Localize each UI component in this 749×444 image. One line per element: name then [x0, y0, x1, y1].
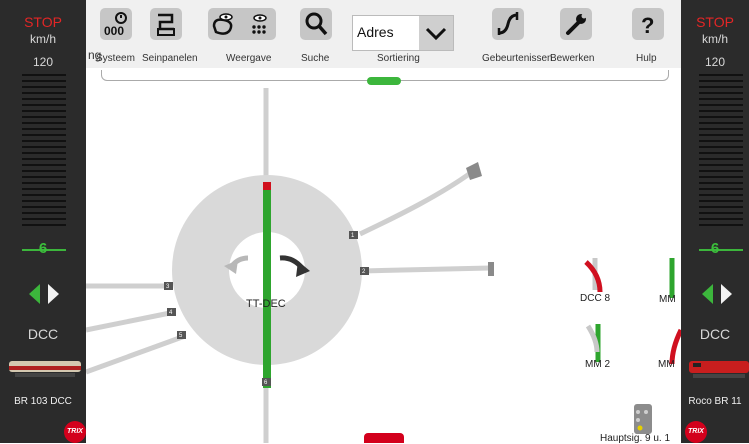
wrench-icon	[566, 13, 587, 35]
switch-label: DCC 8	[580, 293, 611, 304]
help-button[interactable]: ?	[632, 8, 664, 40]
toolbar-collapse-handle[interactable]	[367, 77, 401, 85]
sort-label: Sortiering	[377, 53, 420, 64]
signal-lamp	[636, 418, 640, 422]
trix-logo[interactable]: TRIX	[64, 421, 86, 443]
direction-toggle[interactable]	[28, 283, 62, 305]
max-speed: 120	[32, 55, 54, 69]
panels-icon	[157, 13, 175, 36]
current-speed: 6	[38, 240, 48, 257]
help-label: Hulp	[636, 53, 657, 64]
system-icon: 000	[104, 12, 127, 36]
left-loco-panel: STOP km/h 120 6 DCC BR 103 DCC TRIX	[0, 0, 86, 443]
search-icon	[305, 12, 328, 36]
max-speed: 120	[704, 55, 726, 69]
loco-image[interactable]	[687, 357, 749, 379]
right-loco-panel: STOP km/h 120 6 DCC Roco BR 11 TRIX	[681, 0, 749, 443]
protocol-label: DCC	[699, 326, 731, 342]
direction-right-icon	[48, 284, 59, 304]
speed-slider[interactable]	[22, 73, 66, 251]
help-icon: ?	[641, 13, 654, 36]
turntable-label: TT-DEC	[246, 298, 286, 310]
events-button[interactable]	[492, 8, 524, 40]
panels-button[interactable]	[150, 8, 182, 40]
stop-button[interactable]: STOP	[0, 14, 86, 30]
panels-label: Seinpanelen	[142, 53, 198, 64]
sort-dropdown[interactable]: Adres	[352, 15, 454, 51]
view-icon	[212, 13, 267, 35]
loco-name: BR 103 DCC	[14, 396, 72, 407]
speed-unit: km/h	[701, 32, 728, 46]
loco-image[interactable]	[7, 357, 83, 379]
trix-logo[interactable]: TRIX	[685, 421, 707, 443]
direction-right-icon	[721, 284, 732, 304]
direction-left-icon	[29, 284, 40, 304]
chevron-down-icon[interactable]	[419, 16, 453, 50]
events-icon	[497, 12, 519, 35]
toolbar: ng 000 Systeem Seinpanelen Weergave Such…	[86, 0, 681, 68]
signal-lamp	[644, 410, 648, 414]
edit-label: Bewerken	[550, 53, 595, 64]
system-label: Systeem	[96, 53, 135, 64]
signal-label: Hauptsig. 9 u. 1	[600, 433, 671, 444]
view-label: Weergave	[226, 53, 272, 64]
accessory-button[interactable]	[364, 433, 404, 443]
search-button[interactable]	[300, 8, 332, 40]
switch-label: MM	[658, 359, 675, 370]
current-speed: 6	[710, 240, 720, 257]
track-right[interactable]	[361, 265, 491, 274]
turntable-bridge[interactable]	[263, 182, 271, 388]
stop-button[interactable]: STOP	[681, 14, 749, 30]
signal-lamp	[636, 410, 640, 414]
events-label: Gebeurtenissen	[482, 53, 553, 64]
switch-label: MM	[659, 294, 676, 305]
protocol-label: DCC	[27, 326, 59, 342]
svg-text:?: ?	[641, 13, 654, 36]
system-button[interactable]: 000	[100, 8, 132, 40]
view-button[interactable]	[208, 8, 276, 40]
switch-label: MM 2	[585, 359, 610, 370]
bridge-head	[263, 182, 271, 190]
track-left-3[interactable]	[85, 333, 186, 375]
speed-slider[interactable]	[699, 73, 743, 251]
edit-button[interactable]	[560, 8, 592, 40]
loco-name: Roco BR 11	[688, 396, 742, 407]
sort-value: Adres	[357, 24, 394, 40]
track-left-2[interactable]	[85, 309, 176, 333]
direction-toggle[interactable]	[701, 283, 735, 305]
buffer-stop	[488, 262, 494, 276]
direction-left-icon	[702, 284, 713, 304]
svg-text:000: 000	[104, 24, 124, 36]
search-label: Suche	[301, 53, 330, 64]
speed-unit: km/h	[29, 32, 56, 46]
signal-lamp	[637, 425, 643, 431]
track-upper-right[interactable]	[358, 169, 474, 237]
